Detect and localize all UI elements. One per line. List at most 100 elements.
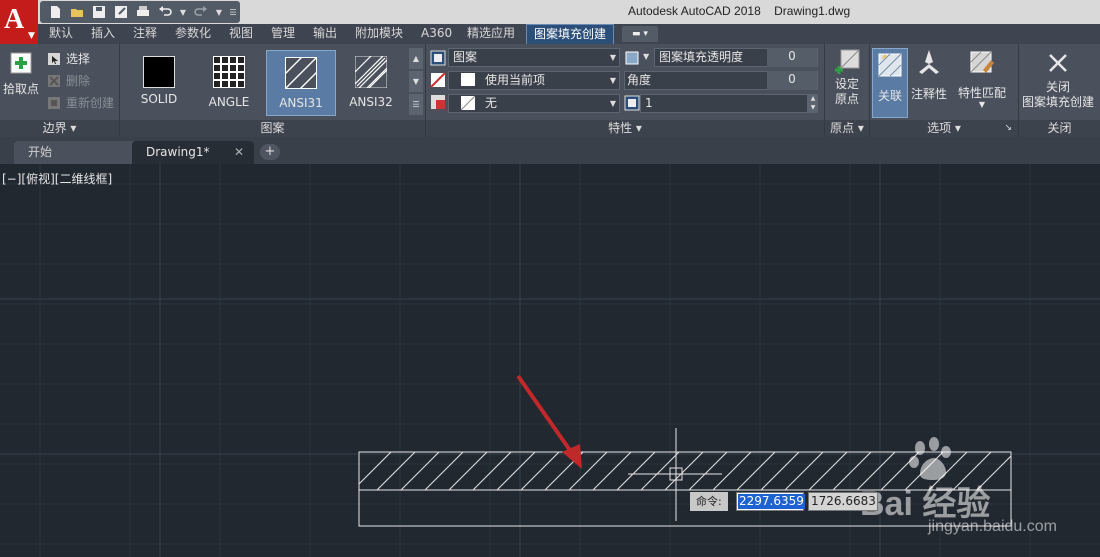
plot-icon[interactable] — [134, 3, 152, 21]
save-icon[interactable] — [90, 3, 108, 21]
baidu-watermark: Bai 经验 jingyan.baidu.com — [838, 434, 1100, 544]
viewport-controls[interactable]: [−][俯视][二维线框] — [2, 170, 112, 187]
expand-gallery-icon[interactable]: ☰ — [409, 94, 423, 115]
tab-manage[interactable]: 管理 — [264, 24, 302, 44]
remove-label: 删除 — [66, 74, 91, 88]
close-panel-label: 关闭 — [1019, 120, 1100, 137]
dynamic-input-x[interactable]: 2297.6359 — [736, 492, 805, 511]
associative-icon — [878, 53, 902, 77]
scale-value: 1 — [645, 96, 653, 110]
ribbon: 拾取点 选择 删除 重新创建 边界 ▾ SOLID ANGLE ANSI31 A… — [0, 44, 1100, 137]
dialog-launcher-icon[interactable]: ↘ — [1004, 120, 1012, 137]
drawing-canvas[interactable]: [−][俯视][二维线框] Bai 经验 jingyan.baidu.com 命… — [0, 164, 1100, 557]
associative-toggle[interactable]: 关联 — [872, 48, 908, 118]
ansi31-swatch — [278, 50, 324, 96]
document-tab-bar: 开始 Drawing1* ✕ + — [0, 137, 1100, 164]
remove-icon — [48, 74, 60, 87]
pattern-name: SOLID — [140, 92, 178, 106]
close-label-2: 图案填充创建 — [1021, 95, 1094, 109]
tab-view[interactable]: 视图 — [222, 24, 260, 44]
pattern-name: ANSI32 — [349, 95, 393, 109]
options-panel-label[interactable]: 选项 ▾ ↘ — [870, 120, 1018, 137]
save-as-icon[interactable] — [112, 3, 130, 21]
set-origin-button[interactable]: 设定 原点 — [828, 48, 866, 107]
pick-points-label: 拾取点 — [2, 82, 39, 96]
recreate-label: 重新创建 — [66, 96, 115, 110]
chevron-down-icon: ▼ — [609, 53, 616, 62]
tab-drawing1[interactable]: Drawing1* ✕ — [132, 141, 254, 164]
select-boundary-button[interactable]: 选择 — [46, 50, 90, 67]
undo-dropdown-icon[interactable]: ▼ — [178, 8, 188, 17]
origin-panel-label[interactable]: 原点 ▾ — [825, 120, 869, 137]
transparency-label: 图案填充透明度 — [659, 50, 744, 64]
tab-addins[interactable]: 附加模块 — [348, 24, 410, 44]
tab-featured-apps[interactable]: 精选应用 — [460, 24, 522, 44]
hatch-type-dropdown[interactable]: 图案 ▼ — [448, 48, 620, 67]
boundary-panel-label[interactable]: 边界 ▾ — [0, 120, 119, 137]
chevron-down-icon[interactable]: ▼ — [954, 101, 1010, 109]
tab-insert[interactable]: 插入 — [84, 24, 122, 44]
red-arrow-annotation — [516, 374, 582, 469]
tab-annotate[interactable]: 注释 — [126, 24, 164, 44]
application-menu-button[interactable]: A ▼ — [0, 0, 38, 44]
dynamic-input-y[interactable]: 1726.6683 — [808, 492, 878, 511]
ansi32-swatch — [354, 55, 388, 89]
match-properties-button[interactable]: 特性匹配 ▼ — [954, 48, 1010, 109]
scale-icon — [624, 95, 640, 111]
hatch-color-dropdown[interactable]: 使用当前项 ▼ — [448, 71, 620, 90]
redo-icon[interactable] — [192, 3, 210, 21]
properties-panel-label[interactable]: 特性 ▾ — [426, 120, 824, 137]
annotative-icon — [919, 50, 939, 74]
scroll-up-icon[interactable]: ▲ — [409, 48, 423, 69]
recreate-icon — [48, 96, 60, 109]
pattern-gallery-scroller: ▲ ▼ ☰ — [409, 48, 423, 118]
tab-default[interactable]: 默认 — [42, 24, 80, 44]
hatch-color-icon — [430, 72, 446, 88]
ribbon-display-options-icon[interactable]: ▬ ▾ — [622, 26, 658, 42]
none-swatch-icon — [460, 95, 476, 111]
scale-field[interactable]: 1 — [640, 94, 808, 113]
close-icon[interactable]: ✕ — [234, 141, 244, 163]
undo-icon[interactable] — [156, 3, 174, 21]
tab-start[interactable]: 开始 — [14, 141, 136, 164]
close-icon — [1049, 54, 1067, 72]
close-hatch-creation-button[interactable]: 关闭 图案填充创建 — [1020, 50, 1096, 110]
pattern-name: ANSI31 — [279, 96, 323, 110]
select-icon — [48, 52, 60, 65]
scroll-down-icon[interactable]: ▼ — [409, 71, 423, 92]
background-color-dropdown[interactable]: 无 ▼ — [448, 94, 620, 113]
pattern-ansi32[interactable]: ANSI32 — [336, 50, 406, 116]
chevron-down-icon: ▼ — [609, 99, 616, 108]
transparency-field[interactable]: 图案填充透明度 0 — [654, 48, 818, 67]
background-color-icon — [431, 95, 445, 109]
pattern-panel-label: 图案 — [120, 120, 425, 137]
scale-spinner[interactable]: ▲ ▼ — [808, 94, 818, 113]
redo-dropdown-icon[interactable]: ▼ — [214, 8, 224, 17]
angle-field[interactable]: 角度 0 — [624, 71, 818, 90]
new-icon[interactable] — [46, 3, 64, 21]
recreate-boundary-button[interactable]: 重新创建 — [46, 94, 114, 111]
customize-qat-icon[interactable]: ☰ — [228, 8, 238, 17]
new-tab-button[interactable]: + — [260, 144, 280, 160]
tab-output[interactable]: 输出 — [306, 24, 344, 44]
color-swatch — [461, 73, 475, 86]
close-label-1: 关闭 — [1045, 80, 1070, 94]
pattern-solid[interactable]: SOLID — [124, 50, 194, 116]
pick-points-button[interactable]: 拾取点 — [2, 50, 40, 97]
window-title: Autodesk AutoCAD 2018 Drawing1.dwg — [628, 4, 850, 18]
angle-label: 角度 — [627, 73, 652, 87]
x-value: 2297.6359 — [738, 494, 805, 509]
transparency-dropdown-icon[interactable]: ▼ — [643, 52, 649, 61]
open-folder-icon[interactable] — [68, 3, 86, 21]
pattern-ansi31[interactable]: ANSI31 — [266, 50, 336, 116]
pattern-angle[interactable]: ANGLE — [194, 50, 264, 116]
transparency-icon — [625, 51, 639, 65]
tab-a360[interactable]: A360 — [414, 24, 459, 44]
match-properties-icon — [970, 51, 994, 73]
watermark-url: jingyan.baidu.com — [928, 518, 1057, 535]
annotative-button[interactable]: 注释性 — [910, 48, 948, 102]
quick-access-toolbar: ▼ ▼ ☰ — [40, 1, 240, 23]
tab-hatch-creation[interactable]: 图案填充创建 — [526, 24, 615, 44]
remove-boundary-button[interactable]: 删除 — [46, 72, 90, 89]
tab-parametric[interactable]: 参数化 — [168, 24, 218, 44]
